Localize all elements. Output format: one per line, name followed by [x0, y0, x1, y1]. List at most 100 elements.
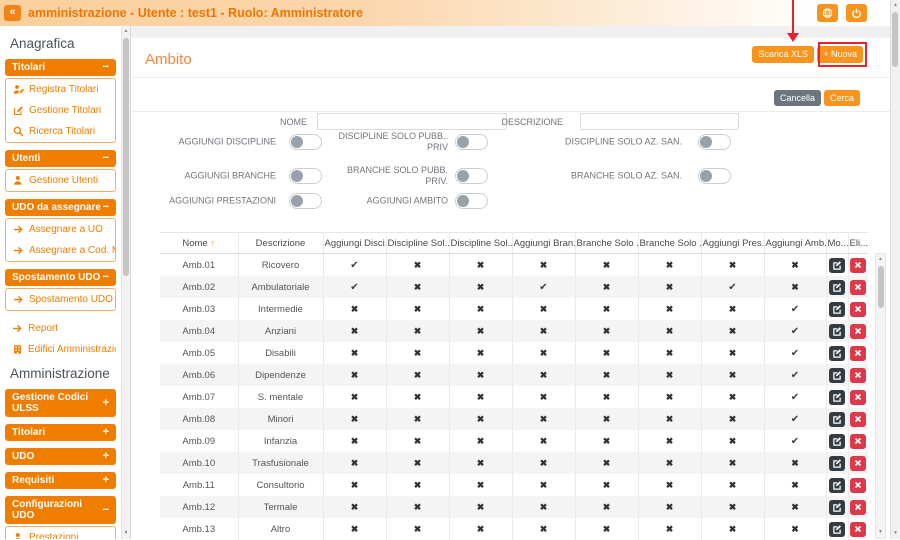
scroll-down-icon[interactable]: ▼ — [891, 529, 900, 538]
edit-row-button[interactable] — [829, 258, 845, 273]
edit-row-button[interactable] — [829, 346, 845, 361]
cross-icon: ✖ — [414, 326, 422, 336]
expand-icon[interactable]: + — [103, 427, 109, 438]
column-header-discipline-sol[interactable]: Discipline Sol... — [449, 233, 512, 254]
expand-icon[interactable]: + — [103, 398, 109, 409]
scroll-down-icon[interactable]: ▼ — [876, 528, 885, 537]
language-globe-button[interactable] — [817, 4, 838, 22]
sidebar-group-header-udo-da-assegnare[interactable]: UDO da assegnare− — [5, 199, 116, 216]
delete-row-button[interactable] — [850, 500, 866, 515]
sidebar-item-assegnare-a-cod-min[interactable]: Assegnare a Cod. Min. — [6, 240, 115, 261]
sidebar-item-report[interactable]: Report — [5, 318, 116, 339]
delete-row-button[interactable] — [850, 434, 866, 449]
collapse-icon[interactable]: − — [103, 153, 109, 164]
sidebar-group-header-gestione-codici-ulss[interactable]: Gestione Codici ULSS+ — [5, 389, 116, 417]
delete-row-button[interactable] — [850, 280, 866, 295]
toggle-branche-solo-az-san[interactable] — [698, 168, 731, 184]
column-header-descrizione[interactable]: Descrizione — [238, 233, 323, 254]
edit-row-button[interactable] — [829, 280, 845, 295]
edit-row-button[interactable] — [829, 368, 845, 383]
expand-icon[interactable]: + — [103, 451, 109, 462]
scroll-up-icon[interactable]: ▲ — [876, 255, 885, 264]
back-button[interactable]: « — [4, 5, 21, 21]
cell-flag: ✖ — [575, 342, 638, 364]
sidebar-item-ricerca-titolari[interactable]: Ricerca Titolari — [6, 121, 115, 142]
sidebar-group-header-configurazioni-udo[interactable]: Configurazioni UDO− — [5, 496, 116, 524]
edit-row-button[interactable] — [829, 522, 845, 537]
delete-row-button[interactable] — [850, 346, 866, 361]
toggle-branche-solo-pubb-priv[interactable] — [455, 168, 488, 184]
sidebar-group-header-utenti[interactable]: Utenti− — [5, 150, 116, 167]
sidebar-item-prestazioni[interactable]: Prestazioni — [6, 527, 115, 539]
logout-power-button[interactable] — [846, 4, 867, 22]
column-header-nome[interactable]: Nome↑ — [160, 233, 238, 254]
page-scrollbar[interactable]: ▲ ▼ — [890, 0, 900, 539]
toggle-aggiungi-discipline[interactable] — [289, 134, 322, 150]
toggle-discipline-solo-pubb-priv[interactable] — [455, 134, 488, 150]
delete-row-button[interactable] — [850, 390, 866, 405]
new-record-button[interactable]: + Nuova — [817, 46, 863, 63]
column-header-discipline-sol[interactable]: Discipline Sol... — [386, 233, 449, 254]
sidebar-item-edifici-amministrazione[interactable]: Edifici Amministrazione — [5, 339, 116, 360]
sidebar-item-registra-titolari[interactable]: Registra Titolari — [6, 79, 115, 100]
delete-row-button[interactable] — [850, 324, 866, 339]
edit-row-button[interactable] — [829, 500, 845, 515]
toggle-aggiungi-ambito[interactable] — [455, 193, 488, 209]
collapse-icon[interactable]: − — [103, 202, 109, 213]
sidebar-scrollbar[interactable]: ▲ ▼ — [121, 26, 131, 539]
delete-row-button[interactable] — [850, 258, 866, 273]
column-header-aggiungi-amb[interactable]: Aggiungi Amb... — [764, 233, 826, 254]
sidebar-item-spostamento-udo[interactable]: Spostamento UDO — [6, 289, 115, 310]
toggle-aggiungi-prestazioni[interactable] — [289, 193, 322, 209]
sidebar-group-header-requisiti[interactable]: Requisiti+ — [5, 472, 116, 489]
cross-icon: ✖ — [351, 502, 359, 512]
sidebar-scrollbar-thumb[interactable] — [123, 38, 129, 276]
delete-row-button[interactable] — [850, 302, 866, 317]
edit-row-button[interactable] — [829, 456, 845, 471]
collapse-icon[interactable]: − — [103, 505, 109, 516]
delete-row-button[interactable] — [850, 412, 866, 427]
sidebar-group-header-udo[interactable]: UDO+ — [5, 448, 116, 465]
sidebar-group-items: Registra TitolariGestione TitolariRicerc… — [5, 78, 116, 143]
edit-row-button[interactable] — [829, 324, 845, 339]
column-header-branche-solo[interactable]: Branche Solo ... — [638, 233, 701, 254]
toggle-aggiungi-branche[interactable] — [289, 168, 322, 184]
column-header-aggiungi-bran[interactable]: Aggiungi Bran... — [512, 233, 575, 254]
delete-row-button[interactable] — [850, 456, 866, 471]
table-scrollbar[interactable]: ▲ ▼ — [875, 253, 886, 539]
table-scrollbar-thumb[interactable] — [878, 266, 884, 308]
edit-row-button[interactable] — [829, 478, 845, 493]
edit-row-button[interactable] — [829, 302, 845, 317]
edit-row-button[interactable] — [829, 390, 845, 405]
column-header-aggiungi-pres[interactable]: Aggiungi Pres... — [701, 233, 764, 254]
collapse-icon[interactable]: − — [103, 62, 109, 73]
scroll-down-icon[interactable]: ▼ — [122, 529, 130, 538]
sidebar-item-gestione-titolari[interactable]: Gestione Titolari — [6, 100, 115, 121]
sidebar-group-header-titolari[interactable]: Titolari+ — [5, 424, 116, 441]
column-header-branche-solo[interactable]: Branche Solo ... — [575, 233, 638, 254]
delete-row-button[interactable] — [850, 522, 866, 537]
sidebar-item-gestione-utenti[interactable]: Gestione Utenti — [6, 170, 115, 191]
search-button[interactable]: Cerca — [824, 90, 860, 106]
column-header-eli[interactable]: Eli... — [848, 233, 868, 254]
collapse-icon[interactable]: − — [103, 272, 109, 283]
edit-row-button[interactable] — [829, 412, 845, 427]
descrizione-input[interactable] — [580, 113, 739, 130]
column-header-mo[interactable]: Mo... — [826, 233, 848, 254]
cell-flag: ✖ — [449, 298, 512, 320]
page-scrollbar-thumb[interactable] — [892, 12, 898, 67]
sidebar-group-header-titolari[interactable]: Titolari− — [5, 59, 116, 76]
scroll-up-icon[interactable]: ▲ — [122, 27, 130, 36]
scroll-up-icon[interactable]: ▲ — [891, 1, 900, 10]
sidebar-item-assegnare-a-uo[interactable]: Assegnare a UO — [6, 219, 115, 240]
column-header-aggiungi-disci[interactable]: Aggiungi Disci... — [323, 233, 386, 254]
cell-flag: ✖ — [638, 518, 701, 540]
edit-row-button[interactable] — [829, 434, 845, 449]
delete-row-button[interactable] — [850, 368, 866, 383]
delete-row-button[interactable] — [850, 478, 866, 493]
sidebar-group-header-spostamento-udo[interactable]: Spostamento UDO− — [5, 269, 116, 286]
expand-icon[interactable]: + — [103, 475, 109, 486]
download-xls-button[interactable]: Scarica XLS — [752, 46, 814, 63]
clear-filters-button[interactable]: Cancella — [774, 90, 821, 106]
toggle-discipline-solo-az-san[interactable] — [698, 134, 731, 150]
